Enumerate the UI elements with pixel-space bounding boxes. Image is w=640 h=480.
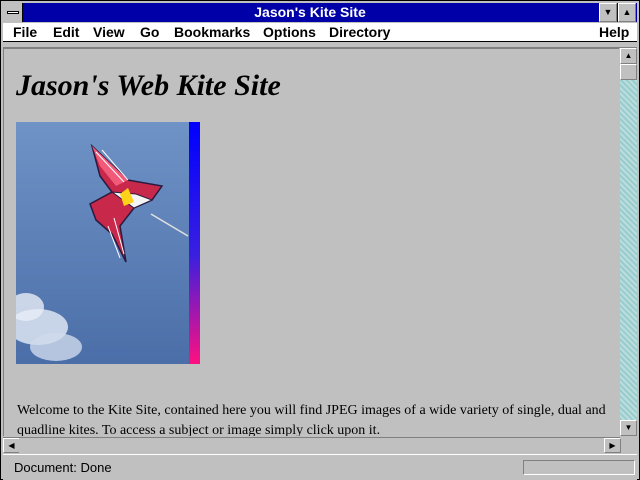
vertical-scrollbar[interactable]: ▲ ▼ [620, 48, 637, 436]
scroll-left-button[interactable]: ◀ [3, 438, 20, 453]
scroll-down-button[interactable]: ▼ [620, 420, 637, 436]
menu-edit[interactable]: Edit [53, 23, 79, 42]
status-text: Document: Done [14, 460, 112, 475]
system-menu-button[interactable] [3, 3, 23, 22]
title-bar[interactable]: Jason's Kite Site ▼ ▲ [3, 3, 637, 22]
status-bar: Document: Done [3, 454, 637, 480]
menu-help[interactable]: Help [599, 23, 629, 42]
progress-box [523, 460, 635, 475]
scroll-up-button[interactable]: ▲ [620, 48, 637, 64]
arrow-up-icon: ▲ [624, 51, 633, 60]
horizontal-scroll-track[interactable] [19, 438, 604, 453]
arrow-left-icon: ◀ [8, 441, 15, 450]
menu-bar: File Edit View Go Bookmarks Options Dire… [3, 23, 637, 42]
menu-directory[interactable]: Directory [329, 23, 390, 42]
system-menu-icon [7, 11, 19, 14]
minimize-icon: ▼ [603, 7, 613, 17]
horizontal-scrollbar[interactable]: ◀ ▶ [3, 437, 621, 453]
maximize-button[interactable]: ▲ [618, 3, 636, 22]
welcome-paragraph: Welcome to the Kite Site, contained here… [17, 403, 606, 436]
kite-image[interactable] [16, 122, 200, 364]
vertical-scroll-thumb[interactable] [620, 64, 637, 80]
minimize-button[interactable]: ▼ [599, 3, 617, 22]
menu-bookmarks[interactable]: Bookmarks [174, 23, 250, 42]
arrow-right-icon: ▶ [609, 441, 616, 450]
page-heading: Jason's Web Kite Site [16, 69, 281, 102]
document-viewport[interactable]: Jason's Web Kite Site Welcome to the Kit… [3, 48, 619, 436]
menu-view[interactable]: View [93, 23, 125, 42]
menu-go[interactable]: Go [140, 23, 159, 42]
menu-file[interactable]: File [13, 23, 37, 42]
menu-options[interactable]: Options [263, 23, 316, 42]
vertical-scroll-track[interactable] [620, 64, 637, 420]
arrow-down-icon: ▼ [624, 423, 633, 432]
scroll-right-button[interactable]: ▶ [604, 438, 621, 453]
window-title: Jason's Kite Site [254, 4, 366, 20]
browser-window: Jason's Kite Site ▼ ▲ File Edit View Go … [0, 0, 640, 480]
maximize-icon: ▲ [622, 7, 632, 17]
